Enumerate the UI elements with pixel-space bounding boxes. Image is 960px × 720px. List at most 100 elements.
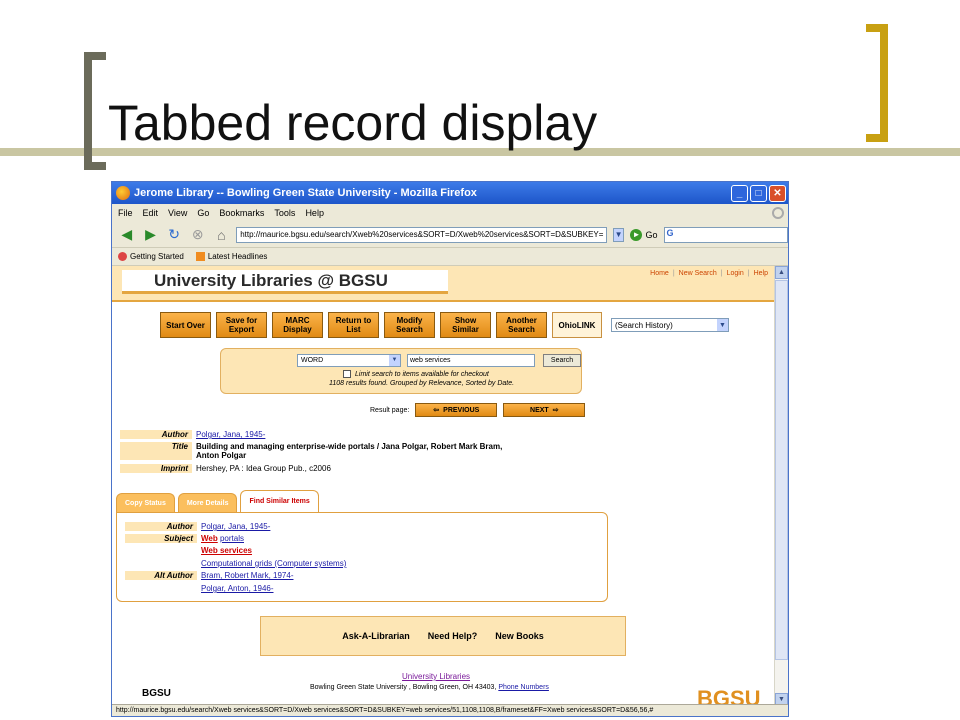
result-page-label: Result page: [370,406,410,414]
search-input[interactable]: web services [407,354,535,367]
phone-numbers-link[interactable]: Phone Numbers [498,684,549,691]
limit-checkbox-row: Limit search to items available for chec… [343,370,489,378]
need-help-link[interactable]: Need Help? [428,631,478,641]
similar-alt-author-row: Alt Author Bram, Robert Mark, 1974- [125,571,293,580]
search-engine-box[interactable]: G [663,226,788,243]
show-similar-button[interactable]: Show Similar [440,312,491,338]
close-button[interactable]: ✕ [769,184,786,202]
home-icon[interactable]: ⌂ [213,226,231,244]
start-over-button[interactable]: Start Over [160,312,211,338]
status-bar: http://maurice.bgsu.edu/search/Xweb serv… [112,704,788,716]
maximize-button[interactable]: □ [750,184,767,202]
menu-file[interactable]: File [118,208,133,218]
next-button[interactable]: NEXT ⇨ [503,403,586,417]
link-new-search[interactable]: New Search [679,270,717,277]
go-arrow-icon: ► [630,228,643,241]
action-buttons: Start Over Save for Export MARC Display … [160,312,729,338]
rss-icon [195,252,205,261]
search-panel: WORD ▼ web services Search Limit search … [220,348,582,394]
library-header: University Libraries @ BGSU Home | New S… [112,266,776,302]
record-author-label: Author [120,430,192,439]
record-author-link[interactable]: Polgar, Jana, 1945- [192,430,265,439]
similar-author-link[interactable]: Polgar, Jana, 1945- [197,522,270,531]
firefox-icon [116,186,130,200]
menu-bookmarks[interactable]: Bookmarks [219,208,264,218]
search-history-select[interactable]: (Search History) ▼ [611,318,729,332]
record-imprint-row: Imprint Hershey, PA : Idea Group Pub., c… [120,464,331,473]
url-bar[interactable]: http://maurice.bgsu.edu/search/Xweb%20se… [236,226,607,243]
bookmark-getting-started[interactable]: Getting Started [118,252,184,261]
url-dropdown-icon[interactable]: ▼ [612,227,625,242]
subject-web-portals: Web portals [201,534,244,543]
library-banner: University Libraries @ BGSU [122,270,448,294]
ask-a-librarian-link[interactable]: Ask-A-Librarian [342,631,410,641]
another-search-button[interactable]: Another Search [496,312,547,338]
go-button[interactable]: ► Go [630,228,658,241]
link-help[interactable]: Help [754,270,768,277]
subject-computational-grids-link[interactable]: Computational grids (Computer systems) [197,559,346,568]
chevron-down-icon: ▼ [389,355,400,366]
similar-subject-row: Subject Web portals [125,534,244,543]
bookmarks-toolbar: Getting Started Latest Headlines [112,248,788,266]
tab-more-details[interactable]: More Details [177,493,238,513]
reload-icon[interactable]: ↻ [165,226,183,244]
chevron-down-icon: ▼ [717,319,728,331]
bookmark-latest-headlines[interactable]: Latest Headlines [195,252,267,261]
throbber-icon [772,207,784,219]
record-title-row: Title Building and managing enterprise-w… [120,442,502,460]
help-links-box: Ask-A-Librarian Need Help? New Books [260,616,626,656]
menu-go[interactable]: Go [197,208,209,218]
footer-address: Bowling Green State University , Bowling… [310,684,549,691]
similar-subject-label: Subject [125,534,197,543]
back-arrow-icon[interactable]: ◀ [118,226,136,244]
limit-label: Limit search to items available for chec… [355,370,489,378]
menu-tools[interactable]: Tools [274,208,295,218]
left-bracket-decoration [84,52,106,170]
link-home[interactable]: Home [650,270,669,277]
similar-subject-row-3: Computational grids (Computer systems) [125,559,346,568]
menu-view[interactable]: View [168,208,187,218]
navigation-toolbar: ◀ ▶ ↻ ⊗ ⌂ http://maurice.bgsu.edu/search… [112,222,788,248]
arrow-right-icon: ⇨ [552,407,559,414]
record-imprint-label: Imprint [120,464,192,473]
similar-items-panel: Author Polgar, Jana, 1945- Subject Web p… [116,512,608,602]
tab-copy-status[interactable]: Copy Status [116,493,175,513]
alt-author-polgar-link[interactable]: Polgar, Anton, 1946- [197,584,274,593]
similar-subject-row-2: Web services [125,546,252,555]
record-tabs: Copy Status More Details Find Similar It… [116,490,319,513]
alt-author-bram-link[interactable]: Bram, Robert Mark, 1974- [197,571,293,580]
scroll-thumb[interactable] [775,280,788,660]
search-button[interactable]: Search [543,354,581,367]
menu-help[interactable]: Help [305,208,324,218]
search-field-select[interactable]: WORD ▼ [297,354,401,367]
similar-author-label: Author [125,522,197,531]
ohiolink-button[interactable]: OhioLINK [552,312,602,338]
previous-button[interactable]: ⇦ PREVIOUS [415,403,498,417]
return-to-list-button[interactable]: Return to List [328,312,379,338]
scroll-up-icon[interactable]: ▲ [775,266,788,279]
forward-arrow-icon[interactable]: ▶ [142,226,160,244]
minimize-button[interactable]: _ [731,184,748,202]
window-titlebar: Jerome Library -- Bowling Green State Un… [112,182,788,204]
subject-web-services-link[interactable]: Web services [197,546,252,555]
right-bracket-decoration [866,24,888,142]
new-books-link[interactable]: New Books [495,631,544,641]
record-imprint: Hershey, PA : Idea Group Pub., c2006 [196,464,331,473]
link-login[interactable]: Login [727,270,744,277]
arrow-left-icon: ⇦ [433,407,440,414]
similar-alt-author-row-2: Polgar, Anton, 1946- [125,584,274,593]
menu-bar: File Edit View Go Bookmarks Tools Help [112,204,788,222]
similar-alt-author-label: Alt Author [125,571,197,580]
bookmark-icon [118,252,127,261]
save-for-export-button[interactable]: Save for Export [216,312,267,338]
stop-icon[interactable]: ⊗ [189,226,207,244]
tab-find-similar-items[interactable]: Find Similar Items [240,490,319,513]
menu-edit[interactable]: Edit [143,208,159,218]
limit-checkbox[interactable] [343,370,351,378]
google-icon: G [666,227,674,238]
vertical-scrollbar[interactable]: ▲ ▼ [774,266,788,706]
modify-search-button[interactable]: Modify Search [384,312,435,338]
university-libraries-link[interactable]: University Libraries [402,672,470,681]
marc-display-button[interactable]: MARC Display [272,312,323,338]
record-title: Building and managing enterprise-wide po… [196,442,503,460]
